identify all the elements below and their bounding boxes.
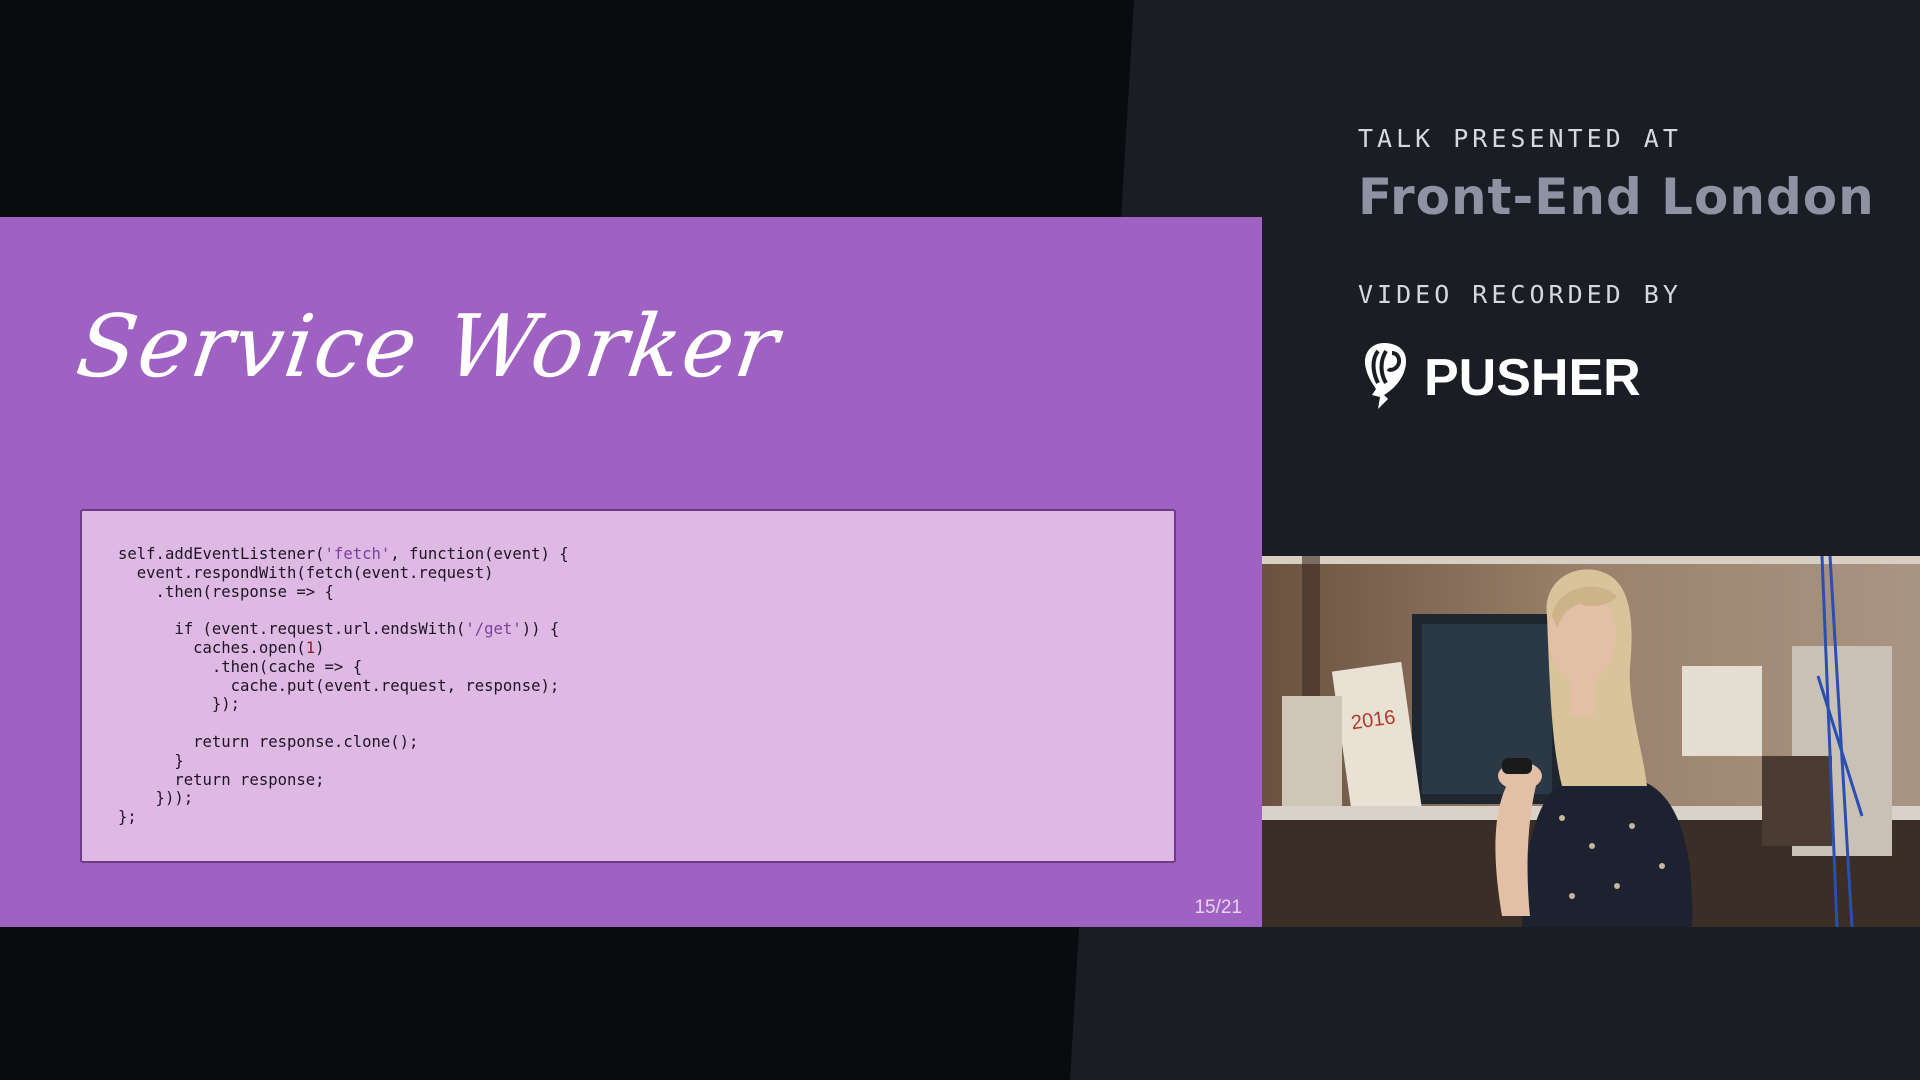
- code-line: }));: [118, 789, 194, 808]
- slide: Service Worker self.addEventListener('fe…: [0, 217, 1262, 927]
- code-line: self.addEventListener('fetch', function(…: [118, 545, 569, 563]
- code-line: });: [118, 695, 240, 713]
- event-name: Front-End London: [1358, 168, 1875, 226]
- code-line: .then(cache => {: [118, 658, 362, 676]
- talk-presented-label: TALK PRESENTED AT: [1358, 124, 1682, 153]
- code-line: }: [118, 751, 184, 770]
- code-listing: self.addEventListener('fetch', function(…: [118, 545, 569, 827]
- code-token: , function(event) {: [390, 545, 569, 563]
- code-token: cache.put(event.request, response);: [118, 676, 560, 695]
- speaker-video[interactable]: 2016: [1262, 556, 1920, 927]
- code-token: .then(response => {: [118, 582, 334, 601]
- code-token: };: [118, 808, 137, 827]
- code-token-num: 1: [305, 638, 316, 657]
- code-line: cache.put(event.request, response);: [118, 676, 560, 695]
- code-line: };: [118, 808, 137, 826]
- code-line: event.respondWith(fetch(event.request): [118, 564, 494, 582]
- pusher-wordmark: PUSHER: [1424, 349, 1641, 407]
- code-line: return response.clone();: [118, 733, 418, 751]
- code-token: ): [315, 638, 325, 657]
- code-token: )) {: [521, 620, 560, 639]
- slide-title: Service Worker: [70, 297, 786, 397]
- pusher-logo-icon: [1364, 343, 1406, 409]
- code-token: return response.clone();: [118, 732, 419, 751]
- video-recorded-label: VIDEO RECORDED BY: [1358, 280, 1682, 309]
- code-line: if (event.request.url.endsWith('/get')) …: [118, 620, 559, 638]
- code-token: }: [118, 751, 184, 770]
- speaker-video-frame: 2016: [1262, 556, 1920, 927]
- code-token: if (event.request.url.endsWith(: [118, 620, 466, 639]
- code-token: caches.open(: [118, 638, 306, 657]
- code-line: return response;: [118, 770, 325, 789]
- code-line: caches.open(1): [118, 638, 325, 657]
- code-line: .then(response => {: [118, 583, 334, 601]
- code-token: event.respondWith(fetch(event.request): [118, 563, 494, 582]
- code-token: }));: [118, 789, 194, 808]
- code-token: self.addEventListener(: [118, 545, 325, 563]
- code-token: });: [118, 695, 241, 714]
- pusher-logo: PUSHER: [1356, 338, 1641, 418]
- code-token: return response;: [118, 770, 325, 789]
- code-token-str: '/get': [465, 620, 522, 639]
- code-token: .then(cache => {: [118, 657, 363, 676]
- slide-page-number: 15/21: [1194, 897, 1242, 918]
- code-block: self.addEventListener('fetch', function(…: [80, 509, 1176, 863]
- code-token-str: 'fetch': [324, 545, 391, 563]
